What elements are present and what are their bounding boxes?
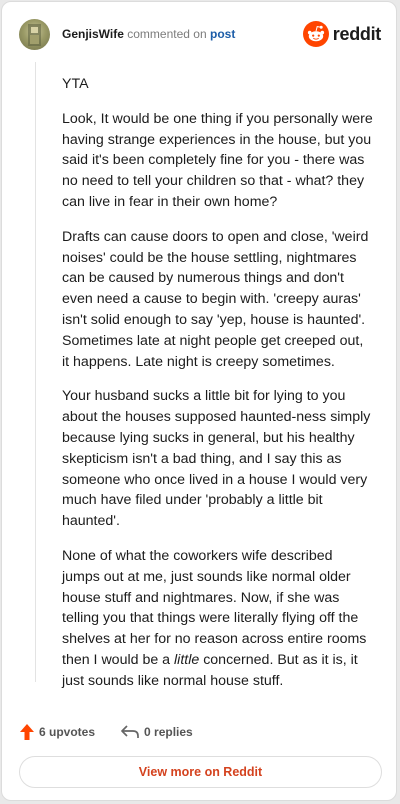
thread-line (35, 62, 36, 682)
upvote-arrow-icon (20, 724, 34, 740)
reddit-logo[interactable]: reddit (302, 20, 382, 48)
comment-body: YTA Look, It would be one thing if you p… (62, 74, 374, 706)
reply-icon (121, 725, 139, 738)
reddit-logo-icon (302, 21, 329, 47)
comment-meta: GenjisWife commented on post (62, 27, 235, 41)
reply-count: 0 replies (144, 725, 193, 739)
comment-paragraph: Your husband sucks a little bit for lyin… (62, 388, 371, 530)
comment-paragraph: Drafts can cause doors to open and close… (62, 228, 369, 370)
reddit-wordmark: reddit (332, 23, 382, 44)
comment-text: None of what the coworkers wife describe… (62, 547, 367, 668)
post-link[interactable]: post (210, 27, 235, 41)
comment-header: GenjisWife commented on post reddit (17, 17, 381, 53)
action-text: commented on (127, 27, 207, 41)
view-more-button[interactable]: View more on Reddit (19, 756, 382, 788)
username-link[interactable]: GenjisWife (62, 27, 124, 41)
comment-paragraph: YTA (62, 76, 89, 92)
comment-embed-card: GenjisWife commented on post reddit YTA … (1, 1, 397, 801)
comment-emphasis: little (174, 651, 200, 668)
avatar[interactable] (19, 19, 50, 50)
upvote-button[interactable]: 6 upvotes (20, 724, 95, 740)
comment-paragraph: None of what the coworkers wife describe… (62, 546, 374, 692)
reply-button[interactable]: 0 replies (121, 725, 193, 739)
comment-actions: 6 upvotes 0 replies (20, 722, 219, 742)
upvote-count: 6 upvotes (39, 725, 96, 739)
comment-paragraph: Look, It would be one thing if you perso… (62, 110, 373, 210)
